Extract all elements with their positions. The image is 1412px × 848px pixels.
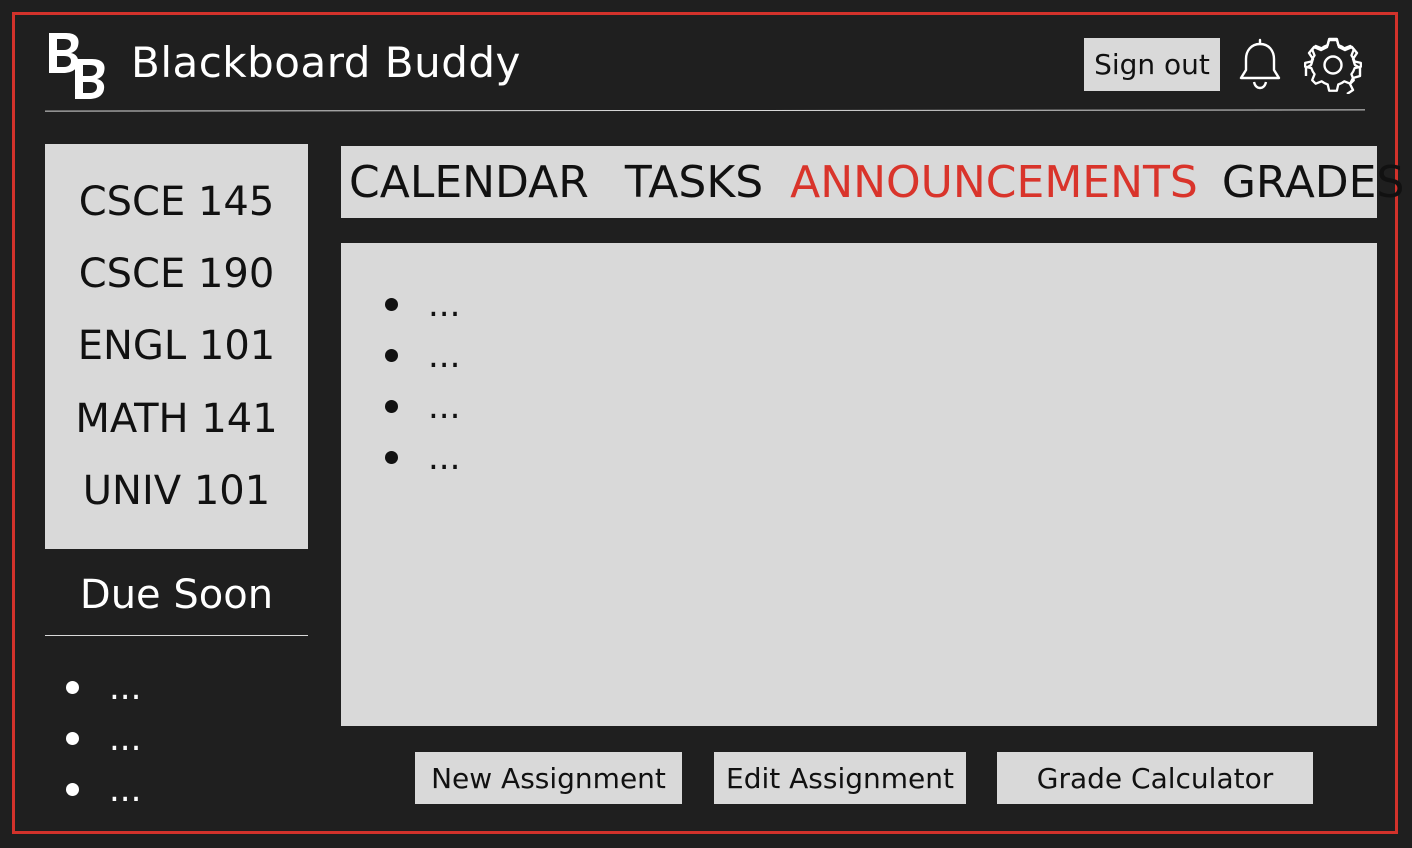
due-soon-item[interactable]: ...	[66, 662, 141, 713]
announcement-item[interactable]: ...	[385, 381, 460, 432]
course-list: CSCE 145 CSCE 190 ENGL 101 MATH 141 UNIV…	[45, 144, 308, 549]
bullet-icon	[385, 349, 398, 362]
announcement-text: ...	[428, 284, 461, 325]
announcement-item[interactable]: ...	[385, 330, 460, 381]
tab-grades[interactable]: GRADES	[1222, 157, 1405, 208]
sign-out-button[interactable]: Sign out	[1084, 38, 1220, 91]
course-item[interactable]: CSCE 145	[79, 182, 275, 222]
tab-bar: CALENDAR TASKS ANNOUNCEMENTS GRADES	[341, 146, 1404, 218]
announcement-list: ... ... ... ...	[385, 279, 460, 483]
due-soon-list: ... ... ...	[66, 662, 141, 815]
due-soon-heading: Due Soon	[79, 572, 274, 618]
course-item[interactable]: MATH 141	[75, 399, 277, 439]
logo-icon	[49, 33, 105, 99]
edit-assignment-button[interactable]: Edit Assignment	[714, 752, 966, 804]
bullet-icon	[66, 732, 79, 745]
grade-calculator-button[interactable]: Grade Calculator	[997, 752, 1313, 804]
bell-icon[interactable]	[1236, 38, 1284, 90]
due-soon-divider	[45, 635, 308, 636]
tab-calendar[interactable]: CALENDAR	[349, 157, 589, 208]
gear-icon[interactable]	[1304, 36, 1362, 94]
bullet-icon	[385, 298, 398, 311]
announcement-text: ...	[428, 437, 461, 478]
app-title: Blackboard Buddy	[131, 38, 521, 87]
course-item[interactable]: CSCE 190	[79, 254, 275, 294]
bullet-icon	[66, 783, 79, 796]
due-soon-item-text: ...	[109, 667, 142, 708]
due-soon-item-text: ...	[109, 718, 142, 759]
bullet-icon	[385, 400, 398, 413]
announcement-item[interactable]: ...	[385, 279, 460, 330]
tab-announcements[interactable]: ANNOUNCEMENTS	[790, 157, 1198, 208]
due-soon-item-text: ...	[109, 769, 142, 810]
course-item[interactable]: UNIV 101	[83, 471, 270, 511]
due-soon-item[interactable]: ...	[66, 764, 141, 815]
announcement-item[interactable]: ...	[385, 432, 460, 483]
bullet-icon	[66, 681, 79, 694]
course-item[interactable]: ENGL 101	[78, 326, 276, 366]
bullet-icon	[385, 451, 398, 464]
announcements-panel: ... ... ... ...	[341, 243, 1377, 726]
announcement-text: ...	[428, 335, 461, 376]
new-assignment-button[interactable]: New Assignment	[415, 752, 682, 804]
announcement-text: ...	[428, 386, 461, 427]
due-soon-item[interactable]: ...	[66, 713, 141, 764]
tab-tasks[interactable]: TASKS	[625, 157, 763, 208]
